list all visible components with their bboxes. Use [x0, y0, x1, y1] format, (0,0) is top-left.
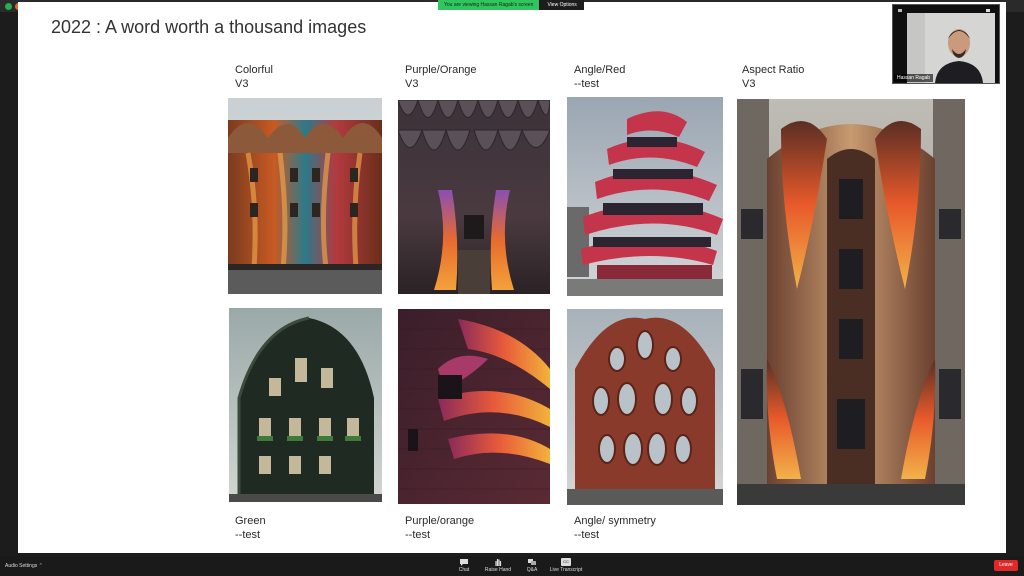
image-angle-red — [567, 97, 723, 296]
image-aspect-ratio — [737, 99, 965, 505]
video-frame — [907, 13, 995, 83]
image-angle-symmetry — [567, 309, 723, 505]
raise-hand-label: Raise Hand — [484, 567, 512, 573]
hand-icon — [495, 559, 502, 566]
audio-settings-button[interactable]: Audio Settings ⌃ — [5, 563, 43, 569]
image-purple-orange-test — [398, 309, 550, 504]
caption-purple-orange-v3: Purple/Orange V3 — [405, 64, 477, 90]
participant-video[interactable]: Hassan Ragab — [892, 4, 1000, 84]
minimize-icon[interactable] — [898, 9, 902, 12]
audio-settings-label: Audio Settings — [5, 563, 38, 569]
caption-angle-symmetry: Angle/ symmetry --test — [574, 515, 656, 541]
image-colorful-building — [228, 98, 382, 294]
chat-label: Chat — [458, 567, 470, 573]
chat-icon — [460, 559, 468, 566]
image-green-building — [229, 308, 382, 502]
share-status-text: You are viewing Hassan Ragab's screen — [438, 0, 540, 10]
maximize-icon[interactable] — [986, 9, 990, 12]
image-purple-orange-v3 — [398, 100, 550, 294]
caption-green: Green --test — [235, 515, 266, 541]
caption-purple-orange-test: Purple/orange --test — [405, 515, 475, 541]
caption-angle-red: Angle/Red --test — [574, 64, 626, 90]
security-shield-icon[interactable] — [5, 3, 12, 10]
caption-colorful: Colorful V3 — [235, 64, 273, 90]
meeting-toolbar: Audio Settings ⌃ Chat Raise Hand Q&A CC … — [0, 556, 1024, 576]
live-transcript-label: Live Transcript — [549, 567, 583, 573]
participant-name: Hassan Ragab — [894, 74, 934, 82]
cc-icon: CC — [561, 558, 571, 566]
view-options-button[interactable]: View Options — [539, 0, 584, 10]
live-transcript-button[interactable]: CC Live Transcript — [546, 558, 586, 573]
qa-icon — [528, 559, 536, 565]
shared-screen-slide: 2022 : A word worth a thousand images Co… — [18, 2, 1006, 553]
leave-button[interactable]: Leave — [994, 560, 1018, 571]
slide-title: 2022 : A word worth a thousand images — [51, 17, 367, 37]
zoom-window: 2022 : A word worth a thousand images Co… — [0, 0, 1024, 576]
caption-aspect-ratio: Aspect Ratio V3 — [742, 64, 805, 90]
qa-label: Q&A — [526, 567, 538, 573]
screen-share-banner: You are viewing Hassan Ragab's screen Vi… — [438, 0, 584, 10]
